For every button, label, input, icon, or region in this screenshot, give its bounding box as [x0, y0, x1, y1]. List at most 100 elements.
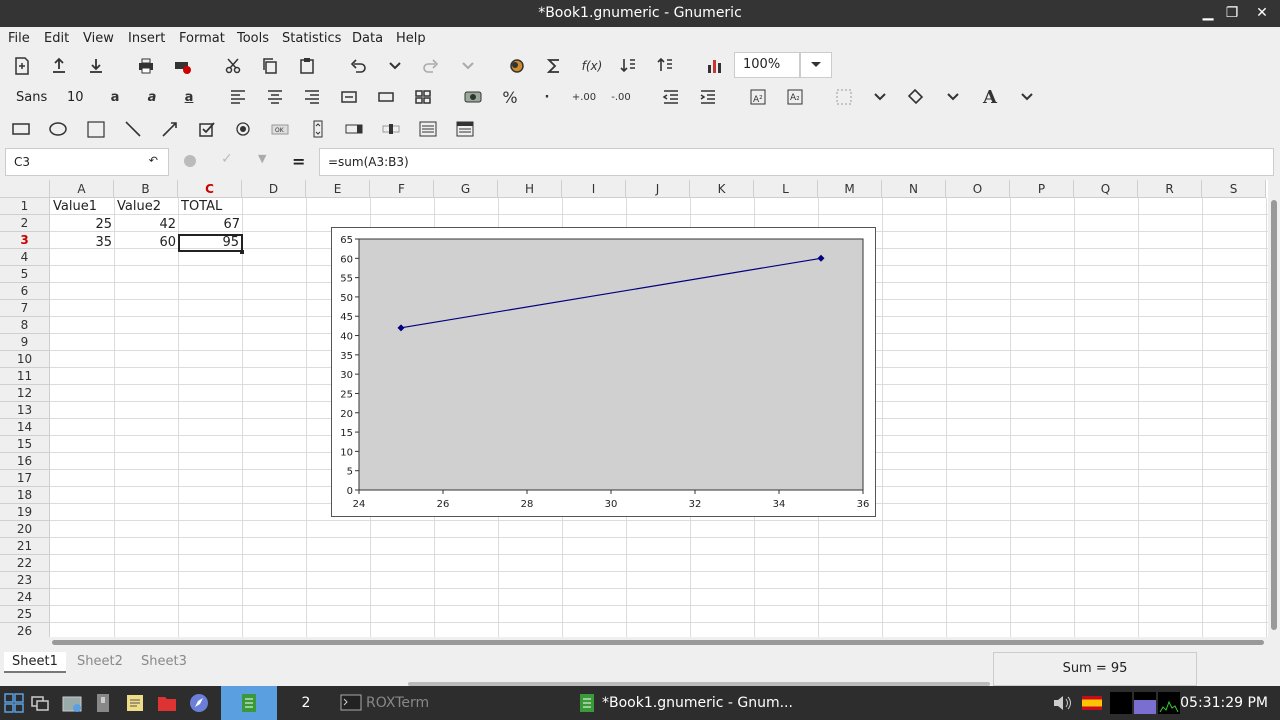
cancel-edit-icon[interactable]	[184, 155, 196, 167]
currency-icon[interactable]	[461, 85, 485, 109]
spreadsheet-launcher[interactable]	[221, 686, 277, 720]
print-icon[interactable]	[134, 54, 158, 78]
cell-A3[interactable]: 35	[51, 234, 114, 251]
cell-A1[interactable]: Value1	[51, 198, 114, 215]
menu-tools[interactable]: Tools	[237, 31, 269, 46]
chart-object[interactable]: 0 5 10 15 20 25 30 35 40 45 50 55 60 65 24 26 28 30 32 34 36	[331, 227, 876, 517]
align-right-icon[interactable]	[300, 85, 324, 109]
cell-B2[interactable]: 42	[115, 216, 178, 233]
tab-sheet3[interactable]: Sheet3	[133, 652, 195, 671]
row-header-25[interactable]: 25	[0, 606, 50, 623]
chart-icon[interactable]	[703, 54, 727, 78]
undo-icon[interactable]	[346, 54, 370, 78]
open-icon[interactable]	[47, 54, 71, 78]
row-header-6[interactable]: 6	[0, 283, 50, 300]
frame-icon[interactable]	[84, 117, 108, 141]
memory-monitor-icon[interactable]	[1134, 686, 1156, 720]
spreadsheet-grid[interactable]: ABCDEFGHIJKLMNOPQRS 1 2 3 4 5 6 7 8 9 10 11 12 13 14 1…	[0, 180, 1268, 637]
column-header-D[interactable]: D	[242, 180, 306, 198]
zoom-dropdown[interactable]	[800, 52, 832, 78]
subscript-icon[interactable]: A₂	[783, 85, 807, 109]
name-box[interactable]: C3 ↶	[5, 148, 169, 176]
column-header-B[interactable]: B	[114, 180, 178, 198]
column-header-F[interactable]: F	[370, 180, 434, 198]
column-header-H[interactable]: H	[498, 180, 562, 198]
rectangle-icon[interactable]	[9, 117, 33, 141]
row-header-24[interactable]: 24	[0, 589, 50, 606]
redo-dropdown-icon[interactable]	[456, 54, 480, 78]
save-icon[interactable]	[84, 54, 108, 78]
row-header-21[interactable]: 21	[0, 538, 50, 555]
row-header-4[interactable]: 4	[0, 249, 50, 266]
cell-B1[interactable]: Value2	[115, 198, 178, 215]
column-header-L[interactable]: L	[754, 180, 818, 198]
accept-edit-icon[interactable]: ✓	[221, 151, 233, 167]
thousands-separator-icon[interactable]: ·	[535, 85, 559, 109]
enter-formula-button[interactable]: =	[292, 152, 305, 171]
split-cells-icon[interactable]	[411, 85, 435, 109]
menu-insert[interactable]: Insert	[128, 31, 165, 46]
row-header-22[interactable]: 22	[0, 555, 50, 572]
close-button[interactable]: ✕	[1252, 4, 1272, 22]
cell-C1[interactable]: TOTAL	[179, 198, 242, 215]
ellipse-icon[interactable]	[46, 117, 70, 141]
redo-icon[interactable]	[419, 54, 443, 78]
font-size-selector[interactable]: 10	[67, 90, 84, 105]
row-header-2[interactable]: 2	[0, 215, 50, 232]
vertical-scrollbar[interactable]	[1268, 180, 1280, 637]
name-box-history-icon[interactable]: ↶	[149, 154, 158, 167]
network-monitor-icon[interactable]	[1158, 686, 1180, 720]
maximize-button[interactable]: ❐	[1222, 4, 1242, 22]
column-header-P[interactable]: P	[1010, 180, 1074, 198]
hyperlink-icon[interactable]	[505, 54, 529, 78]
cell-B3[interactable]: 60	[115, 234, 178, 251]
print-preview-icon[interactable]	[171, 54, 195, 78]
font-color-dropdown-icon[interactable]	[1015, 85, 1039, 109]
column-header-J[interactable]: J	[626, 180, 690, 198]
row-header-3[interactable]: 3	[0, 232, 50, 249]
borders-dropdown-icon[interactable]	[868, 85, 892, 109]
tab-sheet1[interactable]: Sheet1	[4, 652, 66, 673]
menu-view[interactable]: View	[83, 31, 114, 46]
bold-icon[interactable]: a	[103, 85, 127, 109]
app-menu-icon[interactable]	[4, 686, 26, 720]
horizontal-scrollbar[interactable]	[50, 638, 1268, 648]
menu-format[interactable]: Format	[179, 31, 225, 46]
row-header-14[interactable]: 14	[0, 419, 50, 436]
menu-help[interactable]: Help	[396, 31, 426, 46]
column-header-S[interactable]: S	[1202, 180, 1266, 198]
cpu-monitor-icon[interactable]	[1110, 686, 1132, 720]
row-header-1[interactable]: 1	[0, 198, 50, 215]
font-name-selector[interactable]: Sans	[16, 90, 47, 105]
cell-A2[interactable]: 25	[51, 216, 114, 233]
vertical-scroll-thumb[interactable]	[1271, 200, 1277, 630]
row-header-20[interactable]: 20	[0, 521, 50, 538]
select-all-corner[interactable]	[0, 180, 50, 198]
row-header-8[interactable]: 8	[0, 317, 50, 334]
text-editor-icon[interactable]	[125, 686, 147, 720]
decrease-decimals-icon[interactable]: -.00	[609, 85, 633, 109]
formula-dropdown-icon[interactable]: ▼	[258, 152, 266, 165]
column-header-R[interactable]: R	[1138, 180, 1202, 198]
row-header-7[interactable]: 7	[0, 300, 50, 317]
spin-button-icon[interactable]	[342, 117, 366, 141]
row-header-18[interactable]: 18	[0, 487, 50, 504]
menu-statistics[interactable]: Statistics	[282, 31, 341, 46]
workspace-indicator[interactable]: 2	[298, 686, 314, 720]
sort-ascending-icon[interactable]	[616, 54, 640, 78]
row-header-15[interactable]: 15	[0, 436, 50, 453]
radio-button-icon[interactable]	[231, 117, 255, 141]
menu-file[interactable]: File	[8, 31, 30, 46]
keyboard-layout-flag-icon[interactable]	[1082, 686, 1102, 720]
tab-sheet2[interactable]: Sheet2	[69, 652, 131, 671]
column-header-E[interactable]: E	[306, 180, 370, 198]
fill-color-icon[interactable]	[904, 85, 928, 109]
minimize-button[interactable]: ▁	[1198, 4, 1218, 22]
list-widget-icon[interactable]	[416, 117, 440, 141]
underline-icon[interactable]: a	[177, 85, 201, 109]
percent-icon[interactable]: %	[498, 85, 522, 109]
align-left-icon[interactable]	[226, 85, 250, 109]
row-header-9[interactable]: 9	[0, 334, 50, 351]
sort-descending-icon[interactable]	[653, 54, 677, 78]
zoom-input[interactable]: 100%	[734, 52, 800, 78]
